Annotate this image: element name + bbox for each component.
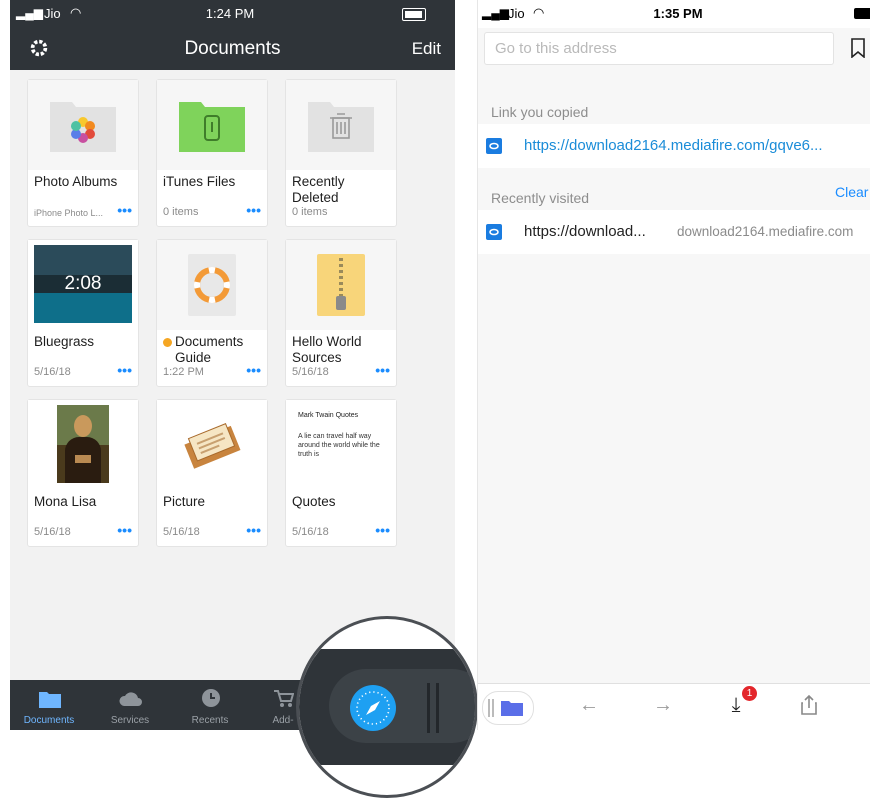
page-title: Documents <box>184 38 281 59</box>
item-title: Mona Lisa <box>34 494 97 509</box>
clear-button[interactable]: Clear <box>835 184 868 200</box>
battery-icon <box>402 8 426 21</box>
item-title: Picture <box>163 494 206 509</box>
recent-visit-domain: download2164.mediafire.com <box>677 224 854 239</box>
link-icon <box>486 224 502 240</box>
video-thumbnail: 2:08 <box>34 245 132 323</box>
recent-visit-row[interactable]: https://download... download2164.mediafi… <box>478 210 870 254</box>
navigation-bar: Documents Edit <box>10 28 455 70</box>
more-icon[interactable]: ••• <box>246 522 261 538</box>
unread-dot <box>163 338 172 347</box>
grid-item[interactable]: Mark Twain Quotes A lie can travel half … <box>285 399 397 547</box>
folder-icon <box>39 692 61 708</box>
more-icon[interactable]: ••• <box>117 362 132 378</box>
battery-icon <box>854 8 870 19</box>
grid-item[interactable]: Hello World Sources 5/16/18 ••• <box>285 239 397 387</box>
compass-icon[interactable] <box>350 685 396 731</box>
item-subtitle: 5/16/18 <box>163 526 200 538</box>
forward-arrow-icon[interactable]: → <box>648 694 678 720</box>
wifi-icon: ◠ <box>70 5 82 20</box>
status-time: 1:35 PM <box>653 6 703 21</box>
carrier-label: Jio <box>44 6 61 21</box>
item-title: Bluegrass <box>34 334 95 349</box>
download-count-badge: 1 <box>742 686 757 701</box>
bookmark-icon[interactable] <box>850 38 866 58</box>
cloud-icon <box>119 692 142 706</box>
item-subtitle: 0 items <box>163 206 199 218</box>
lifebuoy-icon <box>188 254 236 316</box>
zip-archive-icon <box>317 254 365 316</box>
cart-icon <box>274 690 294 707</box>
status-time: 1:24 PM <box>205 6 255 21</box>
photos-folder-icon <box>50 102 116 152</box>
link-icon <box>486 138 502 154</box>
mona-lisa-thumbnail <box>57 405 109 483</box>
browser-toolbar: ← → ⤓ <box>478 683 870 730</box>
copied-link[interactable]: https://download2164.mediafire.com/gqve6… <box>524 137 823 154</box>
copied-link-header: Link you copied <box>491 104 589 120</box>
status-bar: ▂▄▆ Jio ◠ 1:35 PM <box>478 0 870 28</box>
folder-icon <box>501 701 523 716</box>
copied-link-row[interactable]: https://download2164.mediafire.com/gqve6… <box>478 124 870 168</box>
tab-label: Documents <box>23 715 75 726</box>
edit-button[interactable]: Edit <box>412 39 441 59</box>
item-subtitle: 5/16/18 <box>292 526 329 538</box>
drag-handle <box>427 683 430 733</box>
address-bar[interactable] <box>484 32 834 65</box>
more-icon[interactable]: ••• <box>375 522 390 538</box>
item-title: iTunes Files <box>163 174 236 189</box>
more-icon[interactable]: ••• <box>375 362 390 378</box>
item-subtitle: iPhone Photo L... <box>34 208 104 218</box>
recent-visit-title: https://download... <box>524 223 646 240</box>
tab-documents[interactable]: Documents <box>10 680 94 730</box>
zoom-magnifier <box>296 616 478 798</box>
trash-folder-icon <box>308 102 374 152</box>
wifi-icon: ◠ <box>533 5 545 20</box>
video-duration: 2:08 <box>64 273 102 294</box>
grid-item[interactable]: Documents Guide 1:22 PM ••• <box>156 239 268 387</box>
grid-item[interactable]: 2:08 Bluegrass 5/16/18 ••• <box>27 239 139 387</box>
item-subtitle: 5/16/18 <box>292 366 329 378</box>
grid-item[interactable]: Picture 5/16/18 ••• <box>156 399 268 547</box>
address-input[interactable] <box>493 33 817 64</box>
documents-switch-button[interactable] <box>482 691 534 725</box>
tab-services[interactable]: Services <box>85 680 175 730</box>
signal-icon: ▂▄▆ <box>16 6 43 20</box>
item-title: Quotes <box>292 494 336 509</box>
more-icon[interactable]: ••• <box>246 362 261 378</box>
browser-screen: ▂▄▆ Jio ◠ 1:35 PM Link you copied https:… <box>477 0 870 730</box>
item-subtitle: 5/16/18 <box>34 526 71 538</box>
item-title: Recently Deleted <box>292 174 345 205</box>
grid-item[interactable]: Photo Albums iPhone Photo L... ••• <box>27 79 139 227</box>
quote-preview-body: A lie can travel half way around the wor… <box>298 433 380 458</box>
grid-item[interactable]: Recently Deleted 0 items <box>285 79 397 227</box>
item-subtitle: 0 items <box>292 206 328 218</box>
tab-label: Services <box>110 715 150 726</box>
itunes-folder-icon <box>179 102 245 152</box>
item-subtitle: 5/16/18 <box>34 366 71 378</box>
picture-thumbnail <box>184 423 241 469</box>
back-arrow-icon[interactable]: ← <box>574 694 604 720</box>
more-icon[interactable]: ••• <box>246 202 261 218</box>
more-icon[interactable]: ••• <box>117 522 132 538</box>
grid-item[interactable]: iTunes Files 0 items ••• <box>156 79 268 227</box>
text-document-thumbnail: Mark Twain Quotes A lie can travel half … <box>286 400 396 490</box>
carrier-label: Jio <box>508 6 525 21</box>
more-icon[interactable]: ••• <box>117 202 132 218</box>
grid-item[interactable]: Mona Lisa 5/16/18 ••• <box>27 399 139 547</box>
quote-preview-title: Mark Twain Quotes <box>298 412 359 419</box>
status-bar: ▂▄▆ Jio ◠ 1:24 PM <box>10 0 455 28</box>
clock-icon <box>202 689 220 707</box>
item-title: Photo Albums <box>34 174 118 189</box>
recently-visited-header: Recently visited <box>491 190 590 206</box>
share-icon[interactable] <box>794 694 824 720</box>
item-subtitle: 1:22 PM <box>163 366 204 378</box>
signal-icon: ▂▄▆ <box>482 6 509 20</box>
